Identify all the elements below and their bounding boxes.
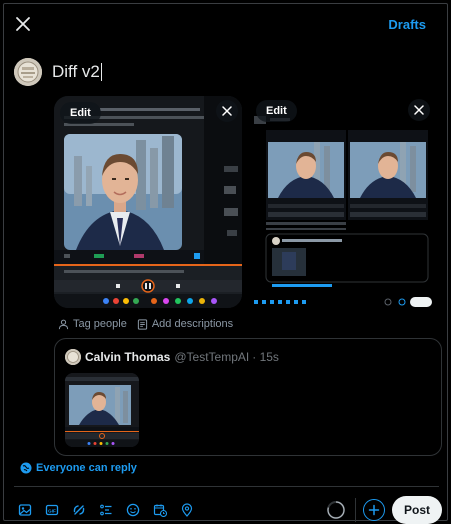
- media-meta-row: Tag people Add descriptions: [58, 318, 243, 330]
- edit-button[interactable]: Edit: [256, 100, 297, 122]
- post-button[interactable]: Post: [392, 496, 442, 524]
- divider: [14, 486, 439, 487]
- image-icon[interactable]: [12, 498, 38, 522]
- reply-setting-label: Everyone can reply: [36, 462, 137, 474]
- edit-button[interactable]: Edit: [60, 102, 101, 124]
- tag-people-button[interactable]: Tag people: [58, 318, 127, 330]
- schedule-icon[interactable]: [147, 498, 173, 522]
- svg-text:GIF: GIF: [48, 508, 56, 513]
- add-descriptions-button[interactable]: Add descriptions: [137, 318, 233, 330]
- description-icon: [137, 318, 147, 330]
- edit-label: Edit: [70, 107, 91, 119]
- quoted-author-handle: @TestTempAI: [174, 350, 250, 364]
- poll-icon[interactable]: [93, 498, 119, 522]
- compose-text: Diff v2: [52, 62, 100, 81]
- toolbar-separator: [355, 498, 356, 522]
- quoted-author-name: Calvin Thomas: [85, 350, 171, 364]
- gif-icon[interactable]: GIF: [39, 498, 65, 522]
- close-icon: [222, 106, 232, 116]
- media-attachment-1[interactable]: Edit: [54, 96, 242, 308]
- quoted-post-header: Calvin Thomas @TestTempAI · 15s: [65, 349, 279, 365]
- media-attachment-2[interactable]: Edit: [250, 96, 440, 308]
- close-icon[interactable]: [14, 15, 32, 33]
- character-count-ring: [327, 501, 345, 519]
- add-descriptions-label: Add descriptions: [151, 318, 234, 330]
- composer-row: Diff v2: [14, 56, 102, 88]
- plus-icon: [368, 504, 380, 516]
- add-post-button[interactable]: [363, 499, 385, 521]
- compose-modal: Drafts Diff v2 Edit Edit Tag people Add …: [3, 3, 448, 524]
- compose-toolbar: GIF: [12, 498, 201, 522]
- quoted-post[interactable]: Calvin Thomas @TestTempAI · 15s: [54, 338, 442, 456]
- remove-media-button[interactable]: [216, 100, 238, 122]
- avatar: [65, 349, 81, 365]
- avatar: [14, 58, 42, 86]
- edit-label: Edit: [266, 105, 287, 117]
- remove-media-button[interactable]: [408, 99, 430, 121]
- modal-header: Drafts: [4, 4, 447, 44]
- close-icon: [414, 105, 424, 115]
- grok-icon[interactable]: [66, 498, 92, 522]
- compose-text-field[interactable]: Diff v2: [52, 62, 102, 82]
- reply-setting-button[interactable]: Everyone can reply: [20, 462, 137, 474]
- text-caret: [100, 63, 102, 81]
- drafts-button[interactable]: Drafts: [388, 17, 426, 32]
- emoji-icon[interactable]: [120, 498, 146, 522]
- tag-people-label: Tag people: [73, 318, 127, 330]
- location-icon[interactable]: [174, 498, 200, 522]
- quoted-post-thumbnail: [65, 373, 139, 447]
- media-2-screenshot: [250, 96, 440, 308]
- person-icon: [58, 319, 69, 329]
- media-1-screenshot: [54, 96, 242, 308]
- globe-icon: [20, 462, 32, 474]
- quoted-post-time: · 15s: [252, 350, 279, 364]
